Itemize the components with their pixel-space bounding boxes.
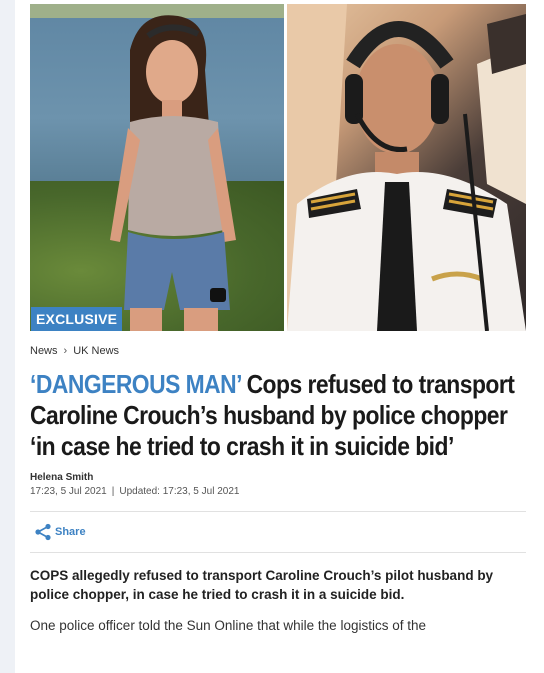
woman-photo: EXCLUSIVE (30, 4, 284, 331)
date-separator: | (111, 486, 115, 497)
share-icon (35, 523, 51, 541)
left-rail (0, 0, 15, 673)
hero-image[interactable]: EXCLUSIVE (30, 4, 526, 331)
breadcrumb: News › UK News (30, 345, 526, 357)
timestamps: 17:23, 5 Jul 2021 | Updated: 17:23, 5 Ju… (30, 486, 526, 497)
pilot-photo (287, 4, 526, 331)
published-time: 17:23, 5 Jul 2021 (30, 486, 107, 497)
article-lede: COPS allegedly refused to transport Caro… (30, 568, 494, 602)
author-name[interactable]: Helena Smith (30, 472, 526, 483)
page-title: ‘DANGEROUS MAN’ Cops refused to transpor… (30, 369, 527, 462)
article: EXCLUSIVE News › UK News ‘DANGEROUS MAN’… (30, 4, 526, 635)
share-button[interactable]: Share (30, 512, 526, 552)
breadcrumb-uk-news[interactable]: UK News (73, 345, 119, 357)
headline-kicker: ‘DANGEROUS MAN’ (30, 369, 241, 399)
woman-figure (110, 15, 236, 331)
article-paragraph: One police officer told the Sun Online t… (30, 618, 426, 633)
chevron-right-icon: › (63, 345, 68, 357)
byline: Helena Smith 17:23, 5 Jul 2021 | Updated… (30, 472, 526, 497)
updated-time: Updated: 17:23, 5 Jul 2021 (119, 486, 240, 497)
divider (30, 552, 526, 553)
share-label: Share (55, 526, 86, 538)
pilot-figure (287, 4, 526, 331)
exclusive-badge: EXCLUSIVE (31, 307, 123, 331)
breadcrumb-news[interactable]: News (30, 345, 58, 357)
